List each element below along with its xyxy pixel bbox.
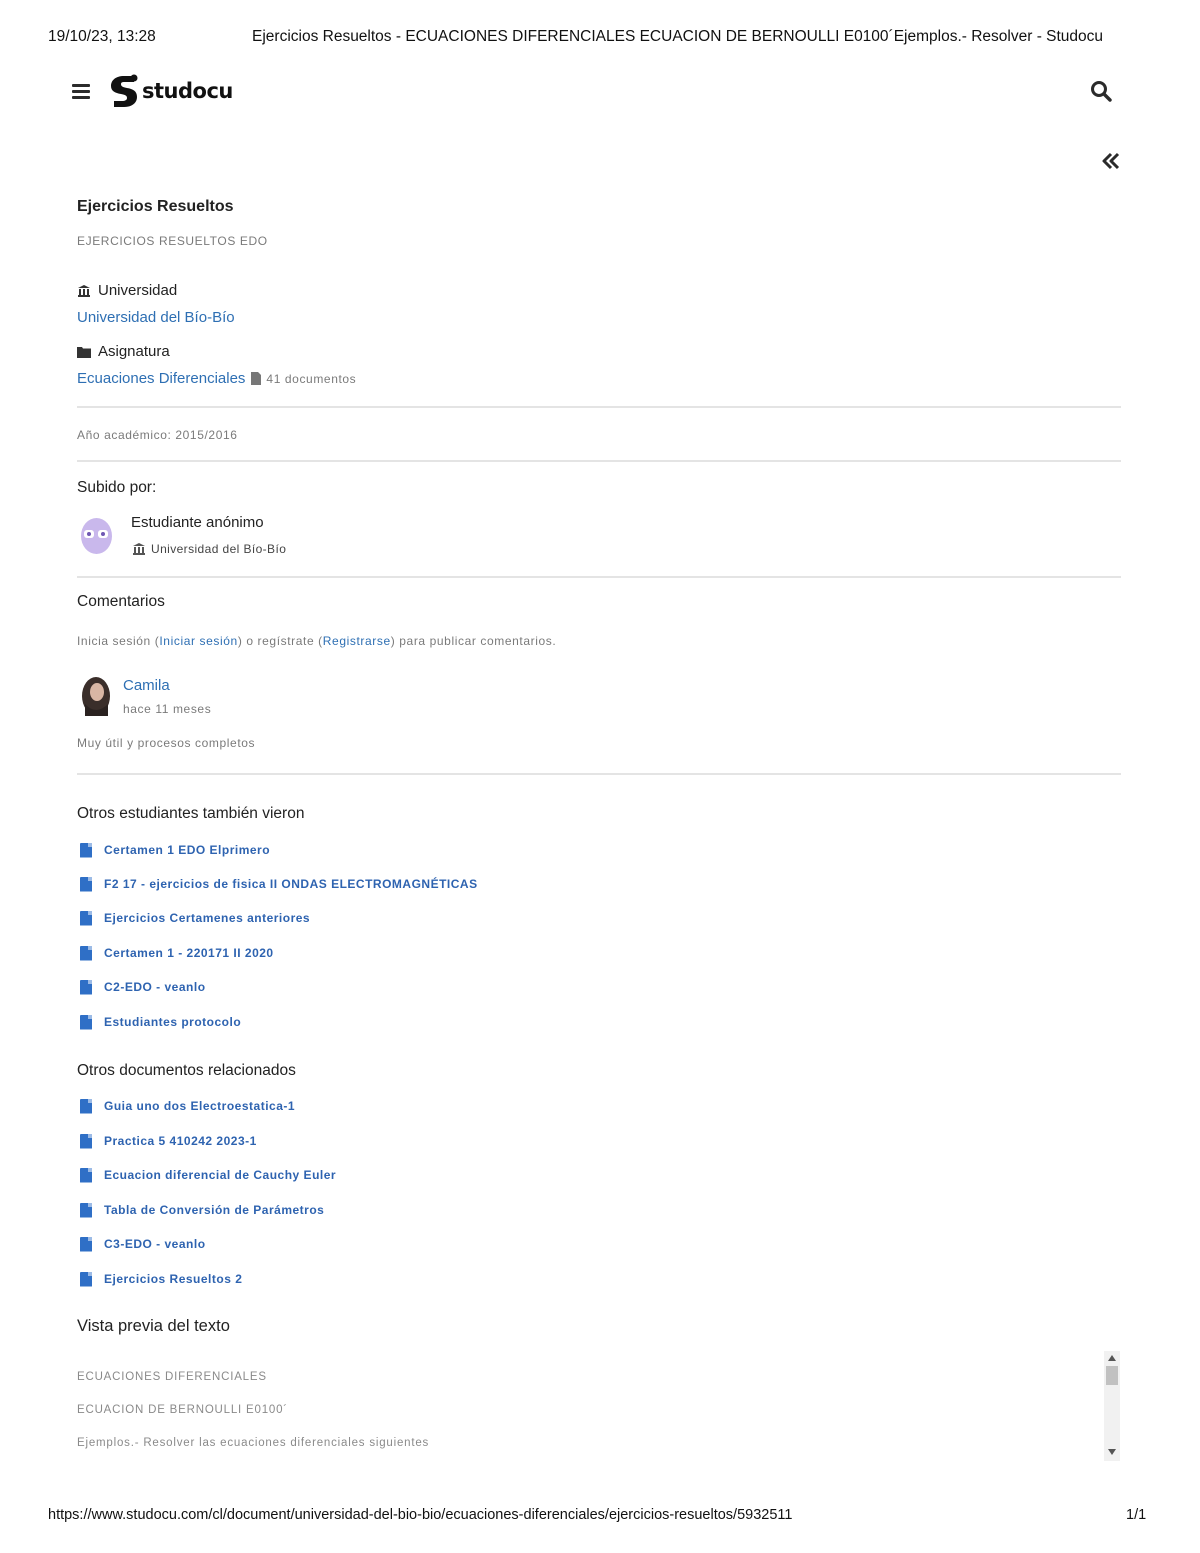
subject-row: Asignatura (77, 343, 170, 360)
also-viewed-title: Otros estudiantes también vieron (77, 805, 305, 822)
logo-text: studocu (142, 79, 233, 103)
preview-scrollbar[interactable] (1104, 1351, 1120, 1461)
comment-author[interactable]: Camila (123, 677, 170, 694)
divider (77, 576, 1121, 578)
also-viewed-item[interactable]: Estudiantes protocolo (80, 1013, 241, 1031)
document-icon (80, 910, 92, 926)
preview-title: Vista previa del texto (77, 1317, 230, 1335)
subject-link-row: Ecuaciones Diferenciales 41 documentos (77, 370, 356, 387)
related-item[interactable]: Guia uno dos Electroestatica-1 (80, 1097, 295, 1115)
also-viewed-link[interactable]: Ejercicios Certamenes anteriores (104, 911, 310, 925)
related-link[interactable]: Guia uno dos Electroestatica-1 (104, 1099, 295, 1113)
print-page-title: Ejercicios Resueltos - ECUACIONES DIFERE… (252, 28, 1104, 45)
register-link[interactable]: Registrarse (323, 634, 391, 648)
print-datetime: 19/10/23, 13:28 (48, 28, 156, 45)
related-link[interactable]: Practica 5 410242 2023-1 (104, 1134, 257, 1148)
scrollbar-thumb[interactable] (1106, 1366, 1118, 1385)
document-icon (80, 1167, 92, 1183)
avatar (80, 517, 113, 560)
print-page-number: 1/1 (1126, 1507, 1147, 1523)
comment-time: hace 11 meses (123, 702, 212, 716)
document-icon (80, 945, 92, 961)
divider (77, 773, 1121, 775)
also-viewed-link[interactable]: Estudiantes protocolo (104, 1015, 241, 1029)
university-icon (133, 543, 145, 555)
university-icon (78, 284, 90, 297)
also-viewed-item[interactable]: Certamen 1 EDO Elprimero (80, 841, 270, 859)
related-item[interactable]: C3-EDO - veanlo (80, 1235, 206, 1253)
scroll-down-arrow-icon[interactable] (1108, 1449, 1116, 1455)
document-icon (80, 1236, 92, 1252)
related-item[interactable]: Ejercicios Resueltos 2 (80, 1270, 242, 1288)
document-icon (80, 979, 92, 995)
search-icon[interactable] (1090, 80, 1112, 107)
document-icon (80, 876, 92, 892)
preview-line: ECUACION DE BERNOULLI E0100´ (77, 1404, 288, 1416)
subject-link[interactable]: Ecuaciones Diferenciales (77, 370, 245, 387)
uploader-university-row: Universidad del Bío-Bío (132, 542, 286, 556)
also-viewed-item[interactable]: Certamen 1 - 220171 II 2020 (80, 944, 274, 962)
comments-title: Comentarios (77, 593, 165, 610)
also-viewed-item[interactable]: C2-EDO - veanlo (80, 978, 206, 996)
folder-icon (77, 346, 91, 358)
university-label: Universidad (98, 282, 178, 299)
uploader-name: Estudiante anónimo (131, 514, 264, 531)
uploader-university[interactable]: Universidad del Bío-Bío (151, 542, 286, 556)
related-title: Otros documentos relacionados (77, 1062, 296, 1079)
studocu-logo[interactable]: studocu (108, 73, 233, 109)
related-item[interactable]: Tabla de Conversión de Parámetros (80, 1201, 324, 1219)
document-icon (80, 842, 92, 858)
academic-year: Año académico: 2015/2016 (77, 428, 238, 442)
document-subtitle: EJERCICIOS RESUELTOS EDO (77, 234, 268, 248)
related-item[interactable]: Ecuacion diferencial de Cauchy Euler (80, 1166, 336, 1184)
scroll-up-arrow-icon[interactable] (1108, 1355, 1116, 1361)
document-icon (80, 1133, 92, 1149)
university-link[interactable]: Universidad del Bío-Bío (77, 309, 235, 326)
studocu-logo-mark (111, 74, 138, 107)
prompt-before: Inicia sesión ( (77, 634, 160, 648)
also-viewed-link[interactable]: F2 17 - ejercicios de fisica II ONDAS EL… (104, 877, 478, 891)
related-link[interactable]: Tabla de Conversión de Parámetros (104, 1203, 324, 1217)
related-link[interactable]: Ecuacion diferencial de Cauchy Euler (104, 1168, 336, 1182)
comments-login-prompt: Inicia sesión (Iniciar sesión) o regístr… (77, 634, 556, 648)
document-icon (80, 1271, 92, 1287)
also-viewed-item[interactable]: F2 17 - ejercicios de fisica II ONDAS EL… (80, 875, 478, 893)
prompt-after: ) para publicar comentarios. (390, 634, 557, 648)
double-chevron-left-icon[interactable] (1101, 152, 1121, 175)
document-title: Ejercicios Resueltos (77, 198, 234, 215)
subject-label: Asignatura (98, 343, 170, 360)
university-row: Universidad (77, 282, 177, 299)
subject-doc-count: 41 documentos (266, 371, 357, 386)
comment-text: Muy útil y procesos completos (77, 736, 256, 750)
also-viewed-item[interactable]: Ejercicios Certamenes anteriores (80, 909, 310, 927)
related-link[interactable]: Ejercicios Resueltos 2 (104, 1272, 242, 1286)
preview-line: ECUACIONES DIFERENCIALES (77, 1371, 267, 1383)
divider (77, 460, 1121, 462)
related-link[interactable]: C3-EDO - veanlo (104, 1237, 206, 1251)
document-icon (80, 1014, 92, 1030)
uploader-label: Subido por: (77, 479, 157, 496)
comment-avatar (80, 676, 112, 721)
also-viewed-link[interactable]: Certamen 1 - 220171 II 2020 (104, 946, 274, 960)
also-viewed-link[interactable]: C2-EDO - veanlo (104, 980, 206, 994)
login-link[interactable]: Iniciar sesión (159, 634, 237, 648)
document-icon (80, 1202, 92, 1218)
preview-line: Ejemplos.- Resolver las ecuaciones difer… (77, 1437, 430, 1449)
also-viewed-link[interactable]: Certamen 1 EDO Elprimero (104, 843, 270, 857)
hamburger-icon[interactable] (72, 81, 90, 102)
prompt-middle: ) o regístrate ( (237, 634, 323, 648)
print-url: https://www.studocu.com/cl/document/univ… (48, 1507, 793, 1523)
document-icon (251, 372, 262, 385)
related-item[interactable]: Practica 5 410242 2023-1 (80, 1132, 257, 1150)
document-icon (80, 1098, 92, 1114)
divider (77, 406, 1121, 408)
